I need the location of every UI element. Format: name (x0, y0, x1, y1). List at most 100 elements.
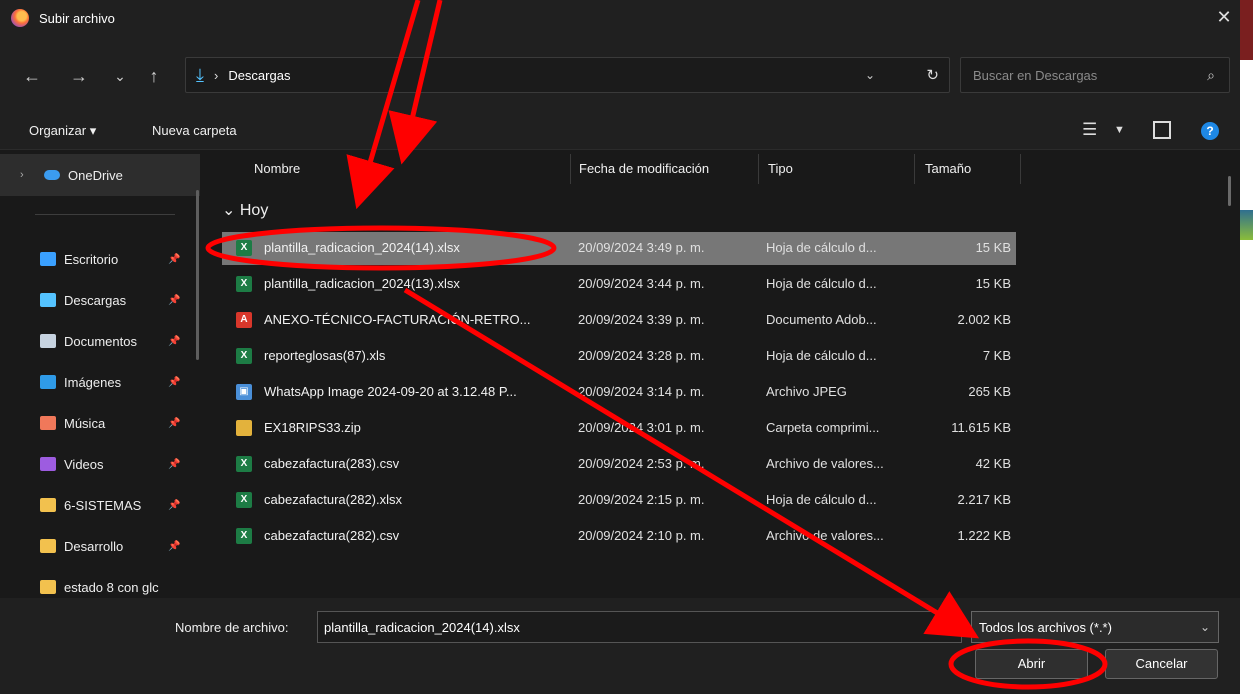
sidebar-item[interactable]: Imágenes 📌 (0, 364, 200, 400)
refresh-icon[interactable]: ↻ (926, 66, 939, 84)
file-row[interactable]: EX18RIPS33.zip 20/09/2024 3:01 p. m. Carpe… (222, 412, 1016, 445)
pictures-icon (40, 375, 56, 389)
file-row[interactable]: Xcabezafactura(283).csv 20/09/2024 2:53 p… (222, 448, 1016, 481)
expand-chevron-icon[interactable]: › (20, 169, 34, 181)
file-row[interactable]: Xplantilla_radicacion_2024(13).xlsx 20/09… (222, 268, 1016, 301)
sidebar-item[interactable]: Videos 📌 (0, 446, 200, 482)
sidebar-item-label: 6-SISTEMAS (64, 497, 142, 513)
file-list: Nombre Fecha de modificación Tipo Tamaño… (210, 150, 1240, 598)
excel-icon: X (236, 492, 252, 508)
file-size: 42 KB (975, 456, 1011, 471)
sidebar-item[interactable]: Documentos 📌 (0, 323, 200, 359)
column-header-size[interactable]: Tamaño (925, 161, 971, 176)
chevron-down-icon: ⌄ (1199, 620, 1210, 634)
file-type: Archivo JPEG (766, 384, 847, 399)
column-header-name[interactable]: Nombre (254, 161, 300, 176)
file-date: 20/09/2024 2:53 p. m. (578, 456, 705, 471)
file-type-filter-select[interactable]: Todos los archivos (*.*) ⌄ (971, 611, 1219, 643)
file-date: 20/09/2024 3:49 p. m. (578, 240, 705, 255)
search-icon[interactable]: ⌕ (1207, 67, 1215, 84)
navigation-bar: ← → ⌄ ↑ ⤓ › Descargas ⌄ ↻ ⌕ (0, 36, 1240, 112)
view-dropdown-chevron-icon[interactable]: ▼ (1114, 124, 1125, 136)
address-dropdown-chevron-icon[interactable]: ⌄ (865, 68, 875, 82)
file-date: 20/09/2024 3:44 p. m. (578, 276, 705, 291)
sidebar-scrollbar[interactable] (196, 190, 199, 360)
filter-value: Todos los archivos (*.*) (979, 620, 1112, 635)
pin-icon[interactable]: 📌 (168, 459, 180, 470)
window-title: Subir archivo (39, 10, 115, 26)
open-button[interactable]: Abrir (975, 649, 1088, 679)
download-icon: ⤓ (196, 64, 204, 85)
organize-button[interactable]: Organizar ▾ (29, 123, 96, 139)
file-row[interactable]: Xcabezafactura(282).xlsx 20/09/2024 2:15 … (222, 484, 1016, 517)
sidebar-item[interactable]: 6-SISTEMAS 📌 (0, 487, 200, 523)
excel-icon: X (236, 456, 252, 472)
pin-icon[interactable]: 📌 (168, 418, 180, 429)
sidebar-item[interactable]: Escritorio 📌 (0, 241, 200, 277)
file-row[interactable]: ▣ WhatsApp Image 2024-09-20 at 3.12.48 P.… (222, 376, 1016, 409)
music-icon (40, 416, 56, 430)
cancel-button[interactable]: Cancelar (1105, 649, 1218, 679)
collapse-chevron-icon[interactable]: ⌄ (222, 202, 235, 219)
command-bar: Organizar ▾ Nueva carpeta ☰ ▼ ? (0, 112, 1240, 150)
file-row[interactable]: Xreporteglosas(87).xls 20/09/2024 3:28 p.… (222, 340, 1016, 373)
column-headers: Nombre Fecha de modificación Tipo Tamaño (210, 150, 1030, 190)
pin-icon[interactable]: 📌 (168, 254, 180, 265)
sidebar-item[interactable]: Descargas 📌 (0, 282, 200, 318)
up-arrow-icon[interactable]: ↑ (142, 64, 166, 88)
sidebar-item[interactable]: Desarrollo 📌 (0, 528, 200, 564)
filename-dropdown-chevron-icon[interactable]: ⌄ (940, 620, 950, 634)
excel-icon: X (236, 240, 252, 256)
sidebar-item[interactable]: estado 8 con glc (0, 569, 200, 598)
folder-icon (40, 498, 56, 512)
file-row[interactable]: A ANEXO-TÉCNICO-FACTURACIÓN-RETRO... 20/09… (222, 304, 1016, 337)
column-header-date[interactable]: Fecha de modificación (579, 161, 709, 176)
view-options-icon[interactable]: ☰ (1082, 120, 1097, 140)
sidebar-item-label: estado 8 con glc (64, 579, 159, 595)
sidebar-item-onedrive[interactable]: › OneDrive (0, 154, 200, 196)
file-name: cabezafactura(283).csv (264, 456, 400, 471)
file-row[interactable]: Xplantilla_radicacion_2024(14).xlsx 20/09… (222, 232, 1016, 265)
help-icon[interactable]: ? (1201, 122, 1219, 140)
pin-icon[interactable]: 📌 (168, 500, 180, 511)
new-folder-button[interactable]: Nueva carpeta (152, 123, 237, 138)
pin-icon[interactable]: 📌 (168, 336, 180, 347)
group-header-hoy[interactable]: ⌄ Hoy (222, 200, 268, 220)
back-arrow-icon[interactable]: ← (20, 64, 44, 88)
videos-icon (40, 457, 56, 471)
background-window-strip (1240, 0, 1253, 694)
filename-input[interactable] (317, 611, 962, 643)
pin-icon[interactable]: 📌 (168, 541, 180, 552)
sidebar-item-label: Descargas (64, 292, 127, 308)
column-header-type[interactable]: Tipo (768, 161, 793, 176)
desktop-icon (40, 252, 56, 266)
file-date: 20/09/2024 3:14 p. m. (578, 384, 705, 399)
file-name: cabezafactura(282).xlsx (264, 492, 403, 507)
file-type: Carpeta comprimi... (766, 420, 880, 435)
pin-icon[interactable]: 📌 (168, 377, 180, 388)
sidebar-item-label: Videos (64, 456, 104, 472)
file-date: 20/09/2024 2:10 p. m. (578, 528, 705, 543)
sidebar-item-label: Escritorio (64, 251, 119, 267)
file-name: WhatsApp Image 2024-09-20 at 3.12.48 P..… (264, 384, 517, 399)
breadcrumb-descargas[interactable]: Descargas (228, 68, 290, 83)
breadcrumb-separator: › (213, 67, 219, 83)
close-icon[interactable]: ✕ (1214, 6, 1234, 28)
file-size: 11.615 KB (951, 420, 1011, 435)
file-name: ANEXO-TÉCNICO-FACTURACIÓN-RETRO... (264, 312, 531, 327)
file-type: Hoja de cálculo d... (766, 348, 877, 363)
recent-locations-chevron-icon[interactable]: ⌄ (108, 64, 132, 88)
file-row[interactable]: Xcabezafactura(282).csv 20/09/2024 2:10 p… (222, 520, 1016, 553)
preview-pane-icon[interactable] (1153, 121, 1171, 139)
file-name: reporteglosas(87).xls (264, 348, 386, 363)
file-size: 2.002 KB (957, 312, 1012, 327)
forward-arrow-icon[interactable]: → (67, 64, 91, 88)
file-type: Hoja de cálculo d... (766, 492, 877, 507)
search-input[interactable] (961, 58, 1181, 92)
sidebar-item[interactable]: Música 📌 (0, 405, 200, 441)
group-label: Hoy (239, 202, 269, 219)
file-list-scrollbar[interactable] (1228, 176, 1231, 206)
address-bar[interactable]: ⤓ › Descargas ⌄ ↻ (185, 57, 950, 93)
search-box[interactable]: ⌕ (960, 57, 1230, 93)
pin-icon[interactable]: 📌 (168, 295, 180, 306)
